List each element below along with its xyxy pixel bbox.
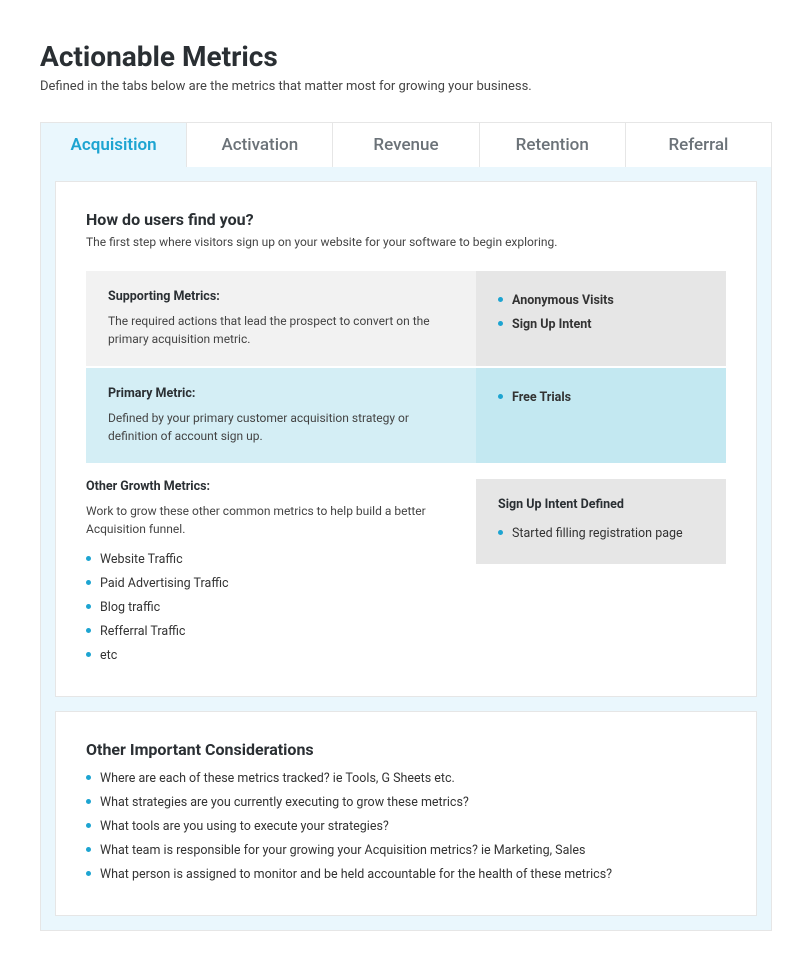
tab-activation[interactable]: Activation <box>187 123 333 167</box>
list-item: Started filling registration page <box>498 522 704 546</box>
primary-label: Primary Metric: <box>108 386 454 401</box>
defined-box: Sign Up Intent Defined Started filling r… <box>476 479 726 564</box>
supporting-metrics-row: Supporting Metrics: The required actions… <box>86 271 726 366</box>
considerations-heading: Other Important Considerations <box>86 740 726 759</box>
tab-revenue[interactable]: Revenue <box>333 123 479 167</box>
tab-acquisition[interactable]: Acquisition <box>41 123 187 167</box>
growth-items: Website Traffic Paid Advertising Traffic… <box>86 548 456 668</box>
tab-content: How do users find you? The first step wh… <box>40 167 772 931</box>
primary-items: Free Trials <box>498 386 704 410</box>
list-item: Blog traffic <box>86 596 456 620</box>
growth-row: Other Growth Metrics: Work to grow these… <box>86 479 726 668</box>
list-item: Anonymous Visits <box>498 289 704 313</box>
list-item: What strategies are you currently execut… <box>86 791 726 815</box>
growth-text: Work to grow these other common metrics … <box>86 502 456 538</box>
list-item: What person is assigned to monitor and b… <box>86 863 726 887</box>
tab-referral[interactable]: Referral <box>626 123 771 167</box>
tab-retention[interactable]: Retention <box>480 123 626 167</box>
supporting-items: Anonymous Visits Sign Up Intent <box>498 289 704 337</box>
growth-label: Other Growth Metrics: <box>86 479 456 494</box>
page-subtitle: Defined in the tabs below are the metric… <box>40 79 772 94</box>
defined-items: Started filling registration page <box>498 522 704 546</box>
primary-metric-row: Primary Metric: Defined by your primary … <box>86 368 726 463</box>
list-item: Paid Advertising Traffic <box>86 572 456 596</box>
page-title: Actionable Metrics <box>40 40 772 73</box>
list-item: What team is responsible for your growin… <box>86 839 726 863</box>
supporting-text: The required actions that lead the prosp… <box>108 312 454 348</box>
supporting-label: Supporting Metrics: <box>108 289 454 304</box>
list-item: What tools are you using to execute your… <box>86 815 726 839</box>
panel-funnel: How do users find you? The first step wh… <box>55 181 757 697</box>
defined-label: Sign Up Intent Defined <box>498 497 704 512</box>
list-item: Refferral Traffic <box>86 620 456 644</box>
panel-considerations: Other Important Considerations Where are… <box>55 711 757 916</box>
list-item: Sign Up Intent <box>498 313 704 337</box>
tab-bar: Acquisition Activation Revenue Retention… <box>40 122 772 167</box>
list-item: etc <box>86 644 456 668</box>
list-item: Free Trials <box>498 386 704 410</box>
list-item: Website Traffic <box>86 548 456 572</box>
panel-desc: The first step where visitors sign up on… <box>86 235 726 249</box>
primary-text: Defined by your primary customer acquisi… <box>108 409 454 445</box>
panel-heading: How do users find you? <box>86 210 726 229</box>
considerations-items: Where are each of these metrics tracked?… <box>86 767 726 887</box>
list-item: Where are each of these metrics tracked?… <box>86 767 726 791</box>
